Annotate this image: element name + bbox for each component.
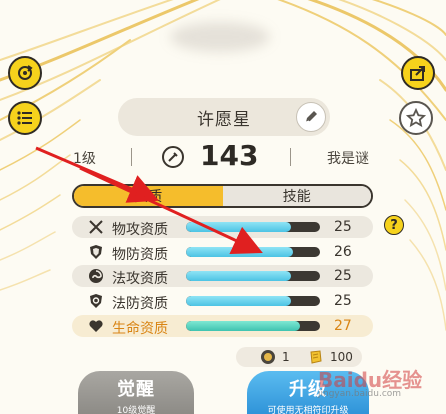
watermark: Baidu经验 jingyan.baidu.com	[318, 364, 422, 399]
shield-icon	[88, 244, 104, 260]
resource-count: 1	[282, 350, 290, 364]
divider	[131, 148, 132, 166]
attr-label: 生命资质	[112, 321, 168, 337]
attr-label: 物防资质	[112, 247, 168, 263]
refresh-icon	[18, 65, 33, 80]
attr-row-magic-defense: 法防资质 25	[72, 290, 373, 312]
divider	[290, 148, 291, 166]
attr-bar-fill	[186, 271, 291, 281]
attr-row-magic-attack: 法攻资质 25	[72, 265, 373, 287]
power-icon	[162, 146, 184, 168]
attr-row-physical-defense: 物防资质 26	[72, 241, 373, 263]
resource-item-token: 1	[260, 349, 290, 365]
question-icon: ?	[390, 217, 398, 233]
attr-bar-fill	[186, 247, 294, 257]
awaken-button[interactable]: 觉醒 10级觉醒	[78, 371, 194, 414]
hero-level: 1级	[73, 151, 96, 167]
attr-label: 物攻资质	[112, 222, 168, 238]
hero-shadow	[170, 22, 270, 52]
share-button[interactable]	[401, 56, 435, 90]
resource-item-scroll: 100	[308, 349, 353, 365]
sword-icon	[168, 152, 178, 162]
attr-row-life: 生命资质 27	[72, 315, 373, 337]
attr-bar-fill	[186, 321, 300, 331]
attr-bar	[186, 247, 320, 257]
attr-bar	[186, 321, 320, 331]
combat-power: 143	[200, 139, 259, 172]
list-icon	[17, 111, 32, 125]
player-nickname: 我是谜	[327, 151, 369, 167]
attr-bar	[186, 271, 320, 281]
rename-button[interactable]	[296, 102, 326, 132]
attr-bar	[186, 296, 320, 306]
scroll-icon	[310, 350, 322, 364]
swords-icon	[88, 219, 104, 235]
awaken-label: 觉醒	[117, 379, 155, 400]
magic-swirl-icon	[88, 268, 104, 284]
favorite-button[interactable]	[399, 101, 433, 135]
attr-value: 25	[334, 268, 352, 284]
hero-name: 许愿星	[197, 109, 251, 130]
heart-icon	[88, 318, 104, 334]
magic-shield-icon	[88, 293, 104, 309]
help-button[interactable]: ?	[384, 215, 404, 235]
attr-value: 26	[334, 244, 352, 260]
star-icon	[405, 107, 427, 128]
share-icon	[410, 66, 425, 81]
list-menu-button[interactable]	[8, 101, 42, 135]
attr-label: 法防资质	[112, 296, 168, 312]
attr-bar-fill	[186, 222, 291, 232]
tab-aptitude[interactable]: 资质	[74, 186, 223, 206]
hero-name-bar: 许愿星	[118, 98, 330, 136]
upgrade-sublabel: 可使用无相符印升级	[267, 406, 349, 414]
attr-value: 25	[334, 293, 352, 309]
pencil-icon	[305, 111, 317, 123]
refresh-button[interactable]	[8, 56, 42, 90]
attr-bar	[186, 222, 320, 232]
attr-value: 25	[334, 219, 352, 235]
tab-skills[interactable]: 技能	[222, 186, 371, 206]
attr-bar-fill	[186, 296, 291, 306]
awaken-sublabel: 10级觉醒	[116, 406, 156, 414]
attr-value: 27	[334, 318, 352, 334]
resource-count: 100	[330, 350, 353, 364]
attr-row-physical-attack: 物攻资质 25	[72, 216, 373, 238]
attr-label: 法攻资质	[112, 271, 168, 287]
detail-tabs: 资质 技能	[72, 184, 373, 208]
token-icon	[261, 350, 275, 364]
